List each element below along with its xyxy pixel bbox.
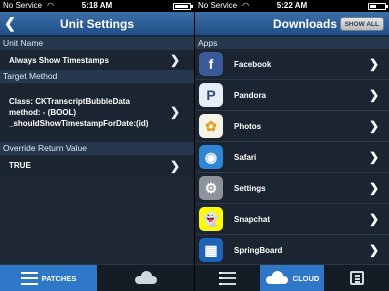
app-label: Settings <box>234 183 266 193</box>
empty-area <box>0 176 194 264</box>
chevron-right-icon: ❯ <box>169 53 180 67</box>
tab-patches[interactable]: PATCHES <box>0 265 97 291</box>
chevron-right-icon: ❯ <box>368 181 379 195</box>
section-header-target-method: Target Method <box>0 70 194 82</box>
tab-cloud-label: CLOUD <box>292 273 320 283</box>
safari-icon: ◉ <box>199 145 223 169</box>
list-icon <box>218 271 236 285</box>
app-label: Photos <box>234 121 262 131</box>
app-label: Snapchat <box>234 214 271 224</box>
left-screen: No Service ◠ 5:18 AM ❮ Unit Settings Uni… <box>0 0 194 291</box>
unit-name-value: Always Show Timestamps <box>9 55 109 65</box>
chevron-right-icon: ❯ <box>169 158 180 173</box>
right-screen: No Service ◠ 5:22 AM Downloads SHOW ALL … <box>195 0 389 291</box>
chevron-right-icon: ❯ <box>368 243 379 257</box>
chevron-right-icon: ❯ <box>368 150 379 164</box>
chevron-right-icon: ❯ <box>169 105 180 119</box>
tab-cloud[interactable]: CLOUD <box>259 265 325 291</box>
app-label: Pandora <box>234 90 267 100</box>
battery-icon <box>173 2 193 10</box>
tab-patches[interactable] <box>195 265 260 291</box>
cloud-icon <box>134 271 158 284</box>
app-label: SpringBoard <box>234 245 283 255</box>
tab-downloads[interactable] <box>324 265 389 291</box>
page-title: Unit Settings <box>60 16 134 31</box>
tab-patches-label: PATCHES <box>41 273 77 283</box>
clock: 5:18 AM <box>81 1 113 10</box>
navigation-bar: Downloads SHOW ALL <box>195 12 389 36</box>
tab-bar: CLOUD <box>195 264 389 291</box>
facebook-icon: f <box>199 52 223 76</box>
app-label: Facebook <box>234 59 272 69</box>
section-header-override-return: Override Return Value <box>0 142 194 154</box>
status-bar: No Service ◠ 5:22 AM <box>195 0 389 12</box>
override-value: TRUE <box>9 161 31 170</box>
chevron-right-icon: ❯ <box>368 88 379 102</box>
app-row-safari[interactable]: ◉ Safari ❯ <box>195 141 389 172</box>
chevron-right-icon: ❯ <box>368 57 379 71</box>
battery-icon <box>368 2 388 10</box>
section-header-unit-name: Unit Name <box>0 37 194 49</box>
app-row-pandora[interactable]: P Pandora ❯ <box>195 79 389 110</box>
springboard-icon: ▦ <box>199 238 223 262</box>
snapchat-icon: 👻 <box>199 207 223 231</box>
book-icon <box>349 271 364 285</box>
list-icon <box>20 271 38 285</box>
navigation-bar: ❮ Unit Settings <box>0 12 194 36</box>
app-row-settings[interactable]: ⚙ Settings ❯ <box>195 172 389 203</box>
page-title: Downloads <box>272 16 337 31</box>
app-row-photos[interactable]: ✿ Photos ❯ <box>195 110 389 141</box>
target-method-value: Class: CKTranscriptBubbleData method: - … <box>9 97 149 128</box>
chevron-right-icon: ❯ <box>368 119 379 133</box>
tab-bar: PATCHES <box>0 264 194 291</box>
photos-icon: ✿ <box>199 114 223 138</box>
chevron-right-icon: ❯ <box>368 212 379 226</box>
settings-icon: ⚙ <box>199 176 223 200</box>
status-bar: No Service ◠ 5:18 AM <box>0 0 194 12</box>
target-method-cell[interactable]: Class: CKTranscriptBubbleData method: - … <box>0 82 194 142</box>
app-row-facebook[interactable]: f Facebook ❯ <box>195 48 389 79</box>
pandora-icon: P <box>199 83 223 107</box>
app-row-snapchat[interactable]: 👻 Snapchat ❯ <box>195 203 389 234</box>
app-label: Safari <box>234 152 257 162</box>
clock: 5:22 AM <box>276 1 308 10</box>
override-value-cell[interactable]: TRUE ❯ <box>0 154 194 176</box>
show-all-button[interactable]: SHOW ALL <box>339 17 384 31</box>
app-row-springboard[interactable]: ▦ SpringBoard ❯ <box>195 234 389 265</box>
tab-cloud[interactable] <box>97 265 194 291</box>
unit-name-cell[interactable]: Always Show Timestamps ❯ <box>0 49 194 70</box>
cloud-icon <box>265 271 289 284</box>
